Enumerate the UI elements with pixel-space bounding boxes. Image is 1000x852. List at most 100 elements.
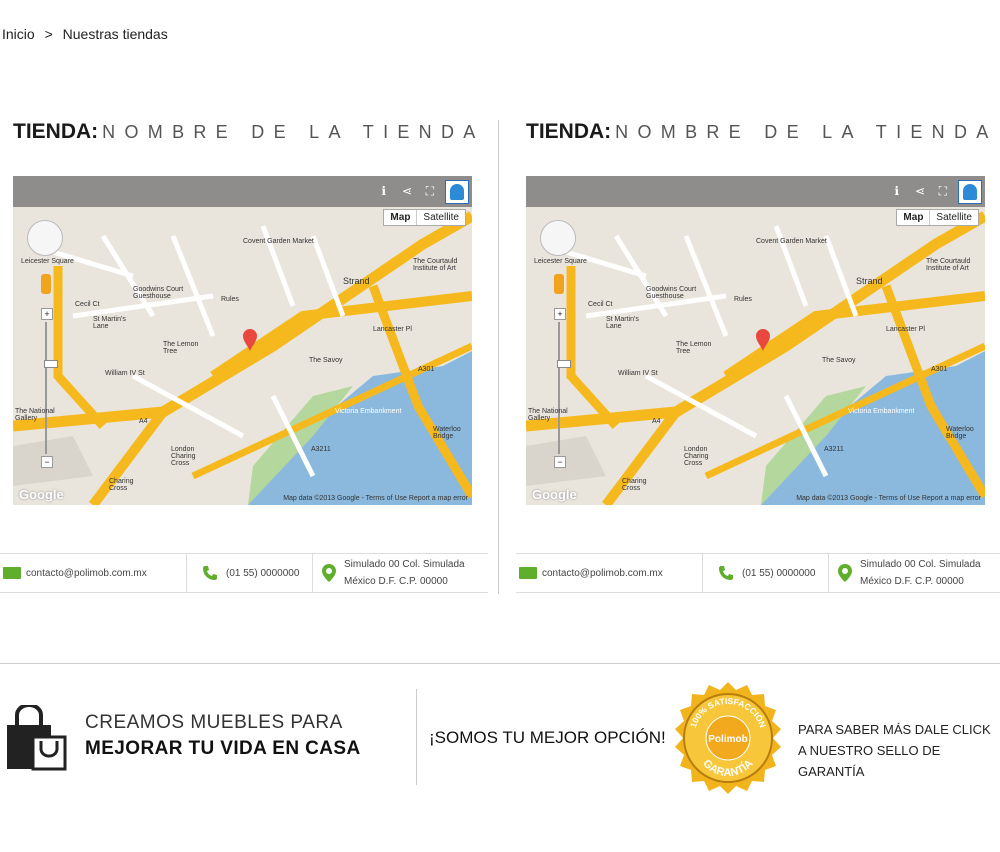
guarantee-cta[interactable]: PARA SABER MÁS DALE CLICK A NUESTRO SELL… xyxy=(798,719,1000,782)
satellite-button[interactable]: Satellite xyxy=(930,210,978,225)
map-button[interactable]: Map xyxy=(897,210,931,225)
map-label: Lancaster Pl xyxy=(373,326,412,333)
map-attribution[interactable]: Map data ©2013 Google - Terms of Use Rep… xyxy=(283,495,468,502)
map-attribution[interactable]: Map data ©2013 Google - Terms of Use Rep… xyxy=(796,495,981,502)
map-label: London Charing Cross xyxy=(684,446,709,467)
email-icon xyxy=(3,567,21,579)
store-title-name: NOMBRE DE LA TIENDA xyxy=(615,122,998,142)
map-label: Charing Cross xyxy=(109,478,134,492)
map-label: The Courtauld Institute of Art xyxy=(413,258,458,272)
breadcrumb-separator: > xyxy=(44,26,53,42)
satellite-button[interactable]: Satellite xyxy=(417,210,465,225)
seal-brand-text: Polimob xyxy=(708,734,747,745)
share-icon[interactable]: ⋖ xyxy=(402,184,412,198)
fullscreen-icon[interactable]: ⛶ xyxy=(939,184,947,199)
map-label: Leicester Square xyxy=(21,258,74,265)
map-type-toggle: Map Satellite xyxy=(896,209,979,226)
pegman-icon[interactable] xyxy=(41,274,51,294)
email-icon xyxy=(519,567,537,579)
map-label: The Lemon Tree xyxy=(676,341,712,355)
phone-cell: (01 55) 0000000 xyxy=(186,554,313,592)
map-label: Lancaster Pl xyxy=(886,326,925,333)
store-title-name: NOMBRE DE LA TIENDA xyxy=(102,122,485,142)
store-divider xyxy=(498,120,499,594)
map-label: Waterloo Bridge xyxy=(433,426,461,440)
store-address-line1: Simulado 00 Col. Simulada xyxy=(344,559,465,570)
store-title-label: TIENDA: xyxy=(526,120,612,143)
map-label: Charing Cross xyxy=(622,478,647,492)
pegman-icon[interactable] xyxy=(554,274,564,294)
store-email[interactable]: contacto@polimob.com.mx xyxy=(26,568,147,579)
zoom-out-button[interactable]: − xyxy=(41,456,53,468)
map-label: Goodwins Court Guesthouse xyxy=(646,286,697,300)
breadcrumb-home-link[interactable]: Inicio xyxy=(2,26,35,42)
store-map[interactable]: ℹ ⋖ ⛶ Map Satellite + − Leicester Square… xyxy=(526,176,985,505)
store-contact-bar: contacto@polimob.com.mx (01 55) 0000000 … xyxy=(0,553,488,593)
user-avatar-icon[interactable] xyxy=(958,180,982,204)
store-map[interactable]: ℹ ⋖ ⛶ Map Satellite + − Leicester Square… xyxy=(13,176,472,505)
map-button[interactable]: Map xyxy=(384,210,418,225)
zoom-in-button[interactable]: + xyxy=(554,308,566,320)
store-phone[interactable]: (01 55) 0000000 xyxy=(742,568,815,579)
guarantee-seal-icon[interactable]: 100% SATISFACCIÓN Polimob GARANTÍA xyxy=(670,680,786,796)
map-label: The Savoy xyxy=(309,357,343,364)
zoom-track[interactable] xyxy=(557,322,571,454)
zoom-control: + − xyxy=(41,308,58,468)
map-label: St Martin's Lane xyxy=(93,316,126,330)
map-label: William IV St xyxy=(105,370,145,377)
zoom-slider-handle[interactable] xyxy=(44,360,58,368)
fullscreen-icon[interactable]: ⛶ xyxy=(426,184,434,199)
location-pin-icon xyxy=(322,564,336,582)
zoom-out-button[interactable]: − xyxy=(554,456,566,468)
cta-line1: PARA SABER MÁS DALE CLICK xyxy=(798,722,991,737)
info-icon[interactable]: ℹ xyxy=(381,184,386,198)
store-title-label: TIENDA: xyxy=(13,120,99,143)
location-pin-icon xyxy=(838,564,852,582)
zoom-in-button[interactable]: + xyxy=(41,308,53,320)
map-label: A4 xyxy=(652,418,661,425)
address-cell: Simulado 00 Col. Simulada México D.F. C.… xyxy=(312,554,488,592)
map-toolbar: ℹ ⋖ ⛶ xyxy=(526,176,985,207)
map-label: Victoria Embankment xyxy=(335,408,402,415)
store-address-line2: México D.F. C.P. 00000 xyxy=(344,576,448,587)
info-icon[interactable]: ℹ xyxy=(894,184,899,198)
zoom-track[interactable] xyxy=(44,322,58,454)
map-label: The Savoy xyxy=(822,357,856,364)
pan-control-icon[interactable] xyxy=(540,220,576,256)
footer-divider xyxy=(0,663,1000,664)
tagline-line2: MEJORAR TU VIDA EN CASA xyxy=(85,738,361,759)
store-address-line1: Simulado 00 Col. Simulada xyxy=(860,559,981,570)
share-icon[interactable]: ⋖ xyxy=(915,184,925,198)
map-label: The National Gallery xyxy=(528,408,568,422)
address-cell: Simulado 00 Col. Simulada México D.F. C.… xyxy=(828,554,1000,592)
footer-separator xyxy=(416,689,417,785)
zoom-slider-handle[interactable] xyxy=(557,360,571,368)
shopping-bag-icon xyxy=(7,705,67,771)
map-label: Covent Garden Market xyxy=(243,238,314,245)
email-cell: contacto@polimob.com.mx xyxy=(3,554,187,592)
breadcrumb: Inicio > Nuestras tiendas xyxy=(2,26,174,42)
map-label: Victoria Embankment xyxy=(848,408,915,415)
google-logo: Google xyxy=(19,487,64,502)
map-label: Rules xyxy=(734,296,752,303)
map-label: Cecil Ct xyxy=(588,301,613,308)
map-label: The Courtauld Institute of Art xyxy=(926,258,971,272)
cta-line2: A NUESTRO SELLO DE GARANTÍA xyxy=(798,743,941,779)
store-email[interactable]: contacto@polimob.com.mx xyxy=(542,568,663,579)
user-avatar-icon[interactable] xyxy=(445,180,469,204)
pan-control-icon[interactable] xyxy=(27,220,63,256)
map-label: Covent Garden Market xyxy=(756,238,827,245)
email-cell: contacto@polimob.com.mx xyxy=(519,554,703,592)
map-label: William IV St xyxy=(618,370,658,377)
store-address-line2: México D.F. C.P. 00000 xyxy=(860,576,964,587)
map-label: A3211 xyxy=(824,446,844,453)
map-label: The National Gallery xyxy=(15,408,55,422)
map-label: Leicester Square xyxy=(534,258,587,265)
phone-icon xyxy=(203,566,217,580)
store-phone[interactable]: (01 55) 0000000 xyxy=(226,568,299,579)
tagline-line1: CREAMOS MUEBLES PARA xyxy=(85,712,343,733)
map-label: Waterloo Bridge xyxy=(946,426,974,440)
phone-cell: (01 55) 0000000 xyxy=(702,554,829,592)
zoom-control: + − xyxy=(554,308,571,468)
map-label: London Charing Cross xyxy=(171,446,196,467)
